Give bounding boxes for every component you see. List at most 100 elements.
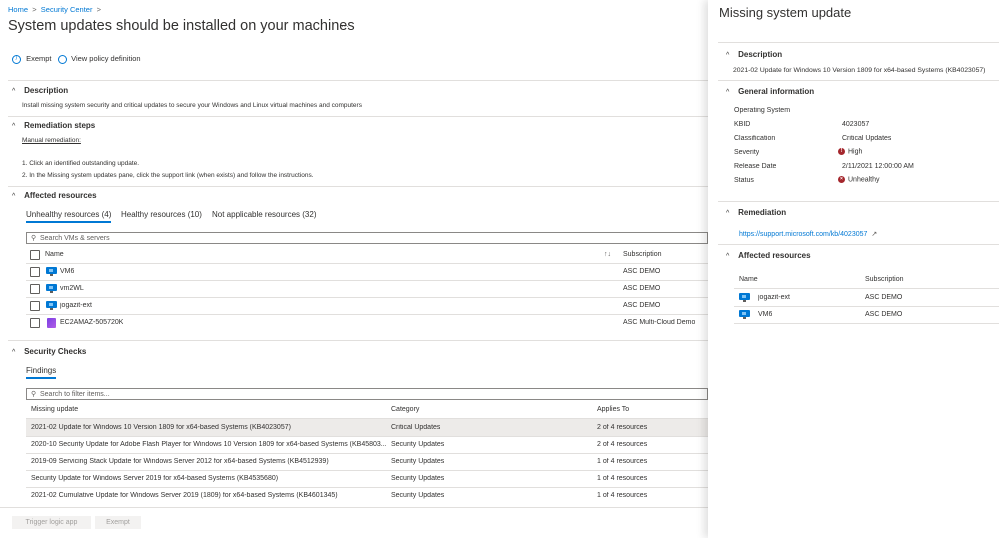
finding-update[interactable]: Security Update for Windows Server 2019 … (31, 475, 386, 482)
panel-affected-header[interactable]: ^ Affected resources (726, 251, 811, 260)
divider (8, 340, 708, 341)
panel-remediation-header[interactable]: ^ Remediation (726, 208, 786, 217)
sort-icon[interactable]: ↑↓ (604, 251, 611, 258)
row-checkbox[interactable] (30, 284, 40, 294)
info-value: 2/11/2021 12:00:00 AM (842, 163, 914, 170)
search-icon: ⚲ (31, 391, 37, 398)
info-label: Severity (734, 149, 760, 156)
row-checkbox[interactable] (30, 301, 40, 311)
missing-update-panel: Missing system update ^ Description 2021… (708, 0, 999, 538)
divider (0, 507, 708, 508)
finding-applies: 1 of 4 resources (597, 458, 648, 465)
finding-category: Critical Updates (391, 424, 441, 431)
info-label: Classification (734, 135, 776, 142)
select-all-checkbox[interactable] (30, 250, 40, 260)
finding-applies: 1 of 4 resources (597, 492, 648, 499)
description-section-header[interactable]: ^ Description (12, 86, 68, 95)
severity-high-icon: ! (838, 148, 845, 155)
manual-remediation-label: Manual remediation: (22, 137, 81, 144)
column-header-category[interactable]: Category (391, 406, 419, 413)
finding-update[interactable]: 2021-02 Cumulative Update for Windows Se… (31, 492, 386, 499)
resource-subscription: ASC Multi-Cloud Demo (623, 319, 696, 326)
panel-remediation-title: Remediation (738, 208, 787, 217)
remediation-title: Remediation steps (24, 121, 96, 130)
severity-text: High (848, 148, 863, 156)
divider (26, 453, 708, 454)
panel-resource-name[interactable]: jogazit-ext (758, 294, 790, 301)
panel-resource-name[interactable]: VM6 (758, 311, 772, 318)
finding-category: Security Updates (391, 458, 445, 465)
search-icon: ⚲ (31, 235, 37, 242)
chevron-up-icon: ^ (12, 123, 16, 130)
breadcrumb-security-center[interactable]: Security Center (41, 5, 93, 14)
chevron-right-icon: > (94, 5, 102, 14)
chevron-up-icon: ^ (726, 52, 730, 59)
info-label: Release Date (734, 163, 777, 170)
finding-update[interactable]: 2020-10 Security Update for Adobe Flash … (31, 441, 386, 448)
info-label: Status (734, 177, 754, 184)
affected-section-header[interactable]: ^ Affected resources (12, 191, 97, 200)
info-value: 4023057 (842, 121, 870, 128)
more-options-button[interactable]: ··· (341, 22, 349, 31)
kb-support-link[interactable]: https://support.microsoft.com/kb/4023057 (739, 231, 867, 238)
exempt-footer-button[interactable]: Exempt (95, 516, 141, 529)
description-text: Install missing system security and crit… (22, 102, 362, 109)
resource-subscription: ASC DEMO (623, 268, 661, 275)
row-checkbox[interactable] (30, 318, 40, 328)
finding-category: Security Updates (391, 475, 445, 482)
column-header-subscription[interactable]: Subscription (623, 251, 662, 258)
severity-value: ! High (838, 148, 862, 155)
panel-resource-subscription: ASC DEMO (865, 311, 903, 318)
finding-update[interactable]: 2021-02 Update for Windows 10 Version 18… (31, 424, 386, 431)
tab-findings[interactable]: Findings (26, 366, 57, 379)
search-vms-input[interactable]: ⚲ Search VMs & servers (26, 232, 708, 244)
divider (718, 201, 999, 202)
view-policy-label: View policy definition (71, 54, 141, 63)
resource-name-link[interactable]: vm2WL (60, 285, 84, 292)
trigger-logic-app-button[interactable]: Trigger logic app (12, 516, 91, 529)
divider (718, 80, 999, 81)
chevron-up-icon: ^ (726, 210, 730, 217)
divider (26, 436, 708, 437)
finding-update[interactable]: 2019-09 Servicing Stack Update for Windo… (31, 458, 386, 465)
chevron-right-icon: > (30, 5, 39, 14)
vm-icon (739, 310, 750, 319)
tab-healthy[interactable]: Healthy resources (10) (121, 210, 202, 219)
column-header-missing-update[interactable]: Missing update (31, 406, 78, 413)
finding-applies: 2 of 4 resources (597, 441, 648, 448)
breadcrumb: Home > Security Center > (8, 5, 101, 14)
resource-name-link[interactable]: EC2AMAZ-505720K (60, 319, 123, 326)
exempt-toolbar-button[interactable]: / Exempt (12, 54, 52, 64)
security-checks-section-header[interactable]: ^ Security Checks (12, 347, 86, 356)
page-title: System updates should be installed on yo… (8, 18, 355, 34)
remediation-step: 2. In the Missing system updates pane, c… (22, 172, 314, 179)
resource-name-link[interactable]: VM6 (60, 268, 74, 275)
chevron-up-icon: ^ (12, 88, 16, 95)
divider (26, 297, 708, 298)
panel-affected-title: Affected resources (738, 251, 811, 260)
panel-description-title: Description (738, 50, 783, 59)
column-header-name[interactable]: Name (45, 251, 64, 258)
panel-general-header[interactable]: ^ General information (726, 87, 814, 96)
filter-items-input[interactable]: ⚲ Search to filter items... (26, 388, 708, 400)
pencil-icon: / (12, 54, 21, 64)
description-title: Description (24, 86, 69, 95)
divider (734, 323, 999, 324)
vm-icon (46, 301, 57, 310)
view-policy-button[interactable]: View policy definition (58, 54, 141, 64)
chevron-up-icon: ^ (12, 349, 16, 356)
info-label: Operating System (734, 107, 791, 114)
column-header-applies-to[interactable]: Applies To (597, 406, 629, 413)
row-checkbox[interactable] (30, 267, 40, 277)
remediation-section-header[interactable]: ^ Remediation steps (12, 121, 95, 130)
panel-general-title: General information (738, 87, 815, 96)
breadcrumb-home[interactable]: Home (8, 5, 28, 14)
tab-not-applicable[interactable]: Not applicable resources (32) (212, 210, 317, 219)
tab-unhealthy[interactable]: Unhealthy resources (4) (26, 210, 112, 223)
filter-placeholder: Search to filter items... (40, 391, 110, 398)
divider (8, 116, 708, 117)
panel-description-header[interactable]: ^ Description (726, 50, 782, 59)
chevron-up-icon: ^ (726, 253, 730, 260)
status-value: × Unhealthy (838, 176, 880, 183)
resource-name-link[interactable]: jogazit-ext (60, 302, 92, 309)
